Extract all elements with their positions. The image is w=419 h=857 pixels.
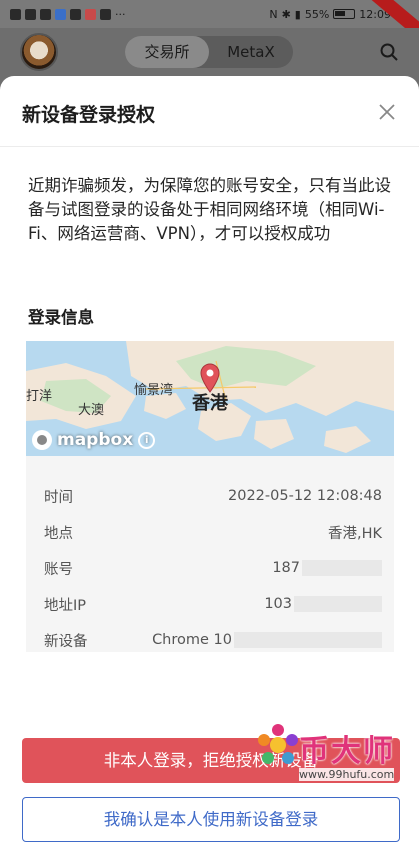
wifi-icon <box>25 8 36 20</box>
redaction-mask <box>294 596 382 612</box>
tab-exchange[interactable]: 交易所 <box>125 36 209 68</box>
redaction-mask <box>234 632 382 648</box>
status-icons-left: ··· <box>10 8 126 21</box>
header-divider <box>0 146 419 147</box>
app-icon <box>85 8 96 20</box>
watermark: 币大师 www.99hufu.com <box>255 722 415 788</box>
info-label: 时间 <box>44 489 73 506</box>
location-map: 愉景湾 大澳 打洋 香港 mapbox i <box>26 341 394 456</box>
info-value-masked: 103 <box>264 596 382 612</box>
info-row-time: 时间 2022-05-12 12:08:48 <box>44 486 382 506</box>
app-header: 交易所 MetaX <box>0 28 419 76</box>
notification-icon <box>10 8 21 20</box>
confirm-new-device-button[interactable]: 我确认是本人使用新设备登录 <box>22 797 400 842</box>
info-label: 账号 <box>44 561 73 578</box>
map-label-west: 打洋 <box>26 389 53 404</box>
security-notice: 近期诈骗频发，为保障您的账号安全，只有当此设备与试图登录的设备处于相同网络环境（… <box>28 176 391 243</box>
mapbox-text: mapbox <box>57 430 134 450</box>
battery-percent: 55% <box>304 7 330 21</box>
status-icons-right: N ✱ ▮ 55% 12:09 <box>269 8 391 21</box>
watermark-brand: 币大师 <box>299 734 395 769</box>
nfc-icon: N <box>269 7 278 21</box>
login-info-card: 时间 2022-05-12 12:08:48 地点 香港,HK 账号 187 地… <box>26 456 394 652</box>
info-row-account: 账号 187 <box>44 558 382 578</box>
info-value-masked: Chrome 10 <box>152 632 382 648</box>
info-label: 地点 <box>44 525 73 542</box>
info-value: 2022-05-12 12:08:48 <box>228 488 382 504</box>
map-label-tai-o: 大澳 <box>78 403 105 418</box>
info-label: 地址IP <box>44 597 87 614</box>
watermark-url: www.99hufu.com <box>299 768 395 781</box>
info-row-device: 新设备 Chrome 10 <box>44 630 382 650</box>
modal-title: 新设备登录授权 <box>22 104 156 126</box>
map-label-discovery-bay: 愉景湾 <box>134 383 174 398</box>
redaction-mask <box>302 560 382 576</box>
exchange-tabs: 交易所 MetaX <box>125 36 293 68</box>
avatar[interactable] <box>20 33 58 71</box>
bluetooth-icon: ✱ <box>281 7 291 21</box>
location-pin-icon <box>200 363 220 393</box>
info-value-masked: 187 <box>272 560 382 576</box>
info-value: 香港,HK <box>327 525 382 542</box>
info-value: 187 <box>272 560 300 576</box>
info-label: 新设备 <box>44 633 88 650</box>
signal-icon: ▮ <box>294 7 301 21</box>
app-icon <box>100 8 111 20</box>
battery-icon <box>333 9 356 19</box>
mapbox-logo-icon <box>32 430 52 450</box>
app-icon <box>40 8 51 20</box>
info-value: 103 <box>264 596 292 612</box>
watermark-logo-icon <box>258 724 298 764</box>
tab-metax[interactable]: MetaX <box>209 43 293 61</box>
app-icon <box>55 8 66 20</box>
app-icon <box>70 8 81 20</box>
info-row-ip: 地址IP 103 <box>44 594 382 614</box>
login-info-title: 登录信息 <box>28 308 94 327</box>
info-icon[interactable]: i <box>138 431 156 449</box>
mapbox-attribution: mapbox i <box>32 430 156 450</box>
close-icon[interactable] <box>377 102 397 122</box>
search-icon[interactable] <box>379 42 399 62</box>
status-bar: ··· N ✱ ▮ 55% 12:09 <box>0 0 419 48</box>
info-value: Chrome 10 <box>152 632 232 648</box>
more-icon: ··· <box>115 7 126 21</box>
info-row-location: 地点 香港,HK <box>44 522 382 542</box>
